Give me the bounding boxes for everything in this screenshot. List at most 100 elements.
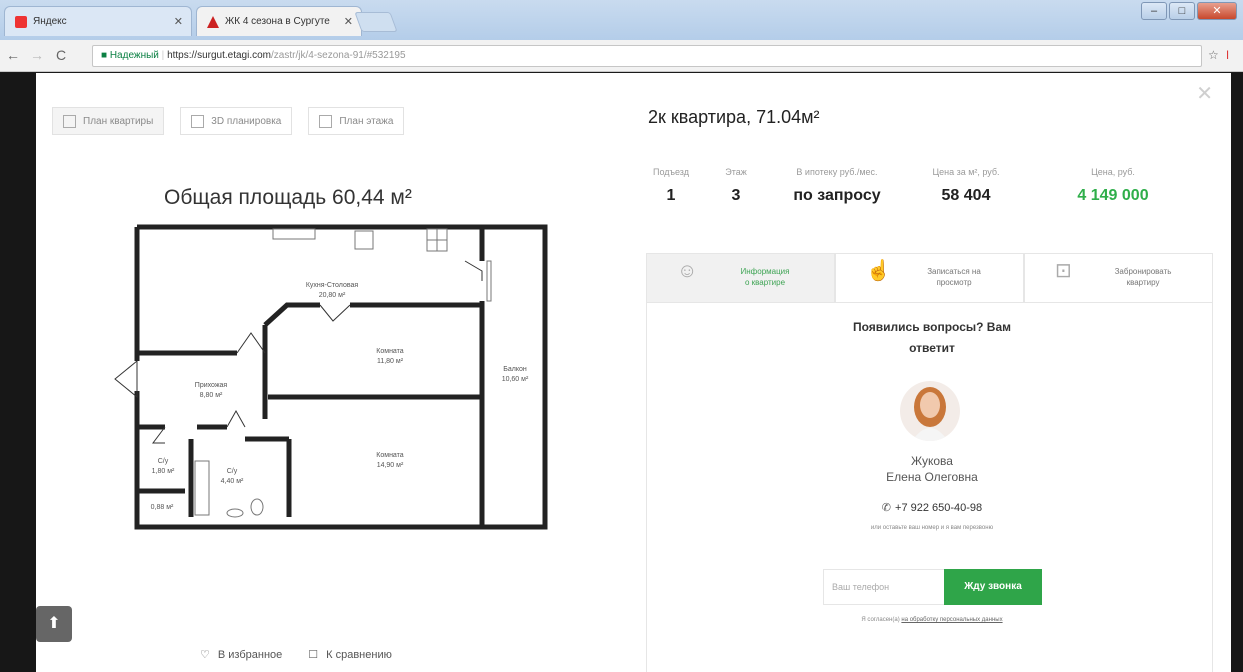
room-area: 11,80 м² — [376, 358, 404, 365]
plan-actions: ♡ В избранное ☐ К сравнению — [200, 648, 392, 661]
stat-entrance: Подъезд 1 — [646, 167, 696, 205]
price-value: 4 149 000 — [1077, 187, 1149, 204]
phone-icon: ✆ — [881, 502, 892, 514]
stat-value: 58 404 — [941, 187, 991, 204]
tab-text: Информация о квартире — [715, 266, 815, 288]
add-to-compare-button[interactable]: ☐ К сравнению — [308, 648, 392, 661]
stat-label: В ипотеку руб./мес. — [796, 167, 878, 177]
stat-price: Цена, руб. 4 149 000 — [1058, 167, 1168, 205]
floor-plan-drawing: Кухня-Столовая 20,80 м² Комната 11,80 м²… — [105, 221, 585, 541]
back-icon[interactable]: ← — [6, 47, 20, 63]
stat-label: Подъезд — [653, 167, 689, 177]
question-heading: Появились вопросы? Вам ответит — [852, 320, 1012, 355]
room-name: Прихожая — [194, 382, 228, 389]
tab-3d-plan[interactable]: 3D планировка — [180, 107, 293, 135]
phone-number: +7 922 650-40-98 — [895, 502, 983, 514]
tab-schedule-viewing[interactable]: ☝ Записаться на просмотр — [835, 253, 1024, 303]
lock-icon: ■ — [101, 50, 108, 61]
phone-input[interactable]: Ваш телефон — [823, 569, 945, 605]
browser-tab-yandex[interactable]: Яндекс ✕ — [4, 6, 192, 36]
compare-icon: ☐ — [308, 649, 319, 661]
yandex-favicon-icon — [15, 16, 27, 28]
cube-icon — [191, 115, 205, 128]
bookmark-star-icon[interactable]: ☆ — [1208, 48, 1219, 62]
plan-view-tabs: План квартиры 3D планировка План этажа — [52, 107, 405, 135]
stat-value: 3 — [731, 187, 741, 204]
tab-text: Забронировать квартиру — [1093, 266, 1193, 288]
room-label-closet: 0,88 м² — [139, 503, 185, 513]
room-label-bath1: С/у 1,80 м² — [139, 457, 187, 477]
extension-icon[interactable]: ǀ — [1226, 48, 1229, 62]
room-label-hallway: Прихожая 8,80 м² — [181, 381, 241, 401]
consent-text: Я согласен(а) на обработку персональных … — [817, 615, 1047, 625]
tab-book-apartment[interactable]: ⊡ Забронировать квартиру — [1024, 253, 1213, 303]
person-icon: ☺ — [677, 260, 698, 282]
room-area: 10,60 м² — [501, 376, 529, 383]
room-label-room1: Комната 11,80 м² — [355, 347, 425, 367]
stat-label: Цена, руб. — [1091, 167, 1135, 177]
lock-icon: ⊡ — [1055, 260, 1072, 282]
secure-label: Надежный — [109, 50, 159, 61]
new-tab-button[interactable] — [354, 12, 398, 32]
tab-label-line1: Записаться на — [927, 267, 981, 276]
stat-label: Цена за м², руб. — [932, 167, 1000, 177]
action-tabs: ☺ Информация о квартире ☝ Записаться на … — [646, 253, 1213, 303]
address-bar[interactable]: ■ Надежный | https://surgut.etagi.com/za… — [92, 45, 1202, 67]
tab-label-line2: просмотр — [936, 278, 972, 287]
request-call-button[interactable]: Жду звонка — [944, 569, 1042, 605]
callback-note: или оставьте ваш номер и я вам перезвоню — [870, 525, 994, 531]
minimize-icon[interactable]: – — [1141, 2, 1167, 20]
plan-icon — [63, 115, 76, 128]
tab-apartment-info[interactable]: ☺ Информация о квартире — [646, 253, 835, 303]
tab-label: План квартиры — [83, 116, 154, 127]
agent-first-name: Елена Олеговна — [886, 470, 978, 484]
consent-prefix: Я согласен(а) — [861, 617, 900, 623]
agent-phone[interactable]: ✆ +7 922 650-40-98 — [847, 501, 1017, 514]
room-area: 14,90 м² — [376, 462, 404, 469]
room-name: Комната — [376, 348, 404, 355]
forward-icon[interactable]: → — [30, 47, 44, 63]
tab-apartment-plan[interactable]: План квартиры — [52, 107, 165, 135]
consent-link[interactable]: на обработку персональных данных — [901, 617, 1002, 623]
stat-value: 1 — [666, 187, 676, 204]
hand-icon: ☝ — [866, 260, 891, 282]
close-tab-icon[interactable]: ✕ — [344, 15, 353, 28]
heart-icon: ♡ — [200, 649, 210, 661]
room-label-kitchen: Кухня-Столовая 20,80 м² — [287, 281, 377, 301]
room-label-room2: Комната 14,90 м² — [355, 451, 425, 471]
scroll-up-button[interactable]: ⬆ — [36, 606, 72, 642]
browser-tab-etagi[interactable]: ЖК 4 сезона в Сургуте ✕ — [196, 6, 362, 36]
close-tab-icon[interactable]: ✕ — [174, 15, 183, 28]
agent-avatar — [900, 381, 960, 441]
browser-titlebar: Яндекс ✕ ЖК 4 сезона в Сургуте ✕ – □ ✕ — [0, 0, 1243, 40]
stat-price-per-m2: Цена за м², руб. 58 404 — [916, 167, 1016, 205]
tab-label-line1: Информация — [740, 267, 790, 276]
close-modal-icon[interactable]: ✕ — [1196, 81, 1213, 106]
favorite-label: В избранное — [217, 649, 283, 661]
room-area: 8,80 м² — [199, 392, 223, 399]
tab-label-line2: квартиру — [1126, 278, 1160, 287]
apartment-modal: ✕ План квартиры 3D планировка План этажа… — [36, 73, 1231, 672]
reload-icon[interactable]: C — [56, 47, 66, 63]
browser-toolbar: ← → C ■ Надежный | https://surgut.etagi.… — [0, 40, 1243, 72]
room-label-balcony: Балкон 10,60 м² — [485, 365, 545, 385]
tab-label-line2: о квартире — [744, 278, 786, 287]
agent-name: Жукова Елена Олеговна — [847, 453, 1017, 485]
url-host: https://surgut.etagi.com — [167, 50, 272, 61]
stat-value: по запросу — [793, 187, 881, 204]
room-name: Комната — [376, 452, 404, 459]
window-controls: – □ ✕ — [1141, 2, 1237, 20]
maximize-icon[interactable]: □ — [1169, 2, 1195, 20]
room-label-bath2: С/у 4,40 м² — [207, 467, 257, 487]
tab-floor-plan[interactable]: План этажа — [308, 107, 405, 135]
tab-label: План этажа — [339, 116, 394, 127]
etagi-favicon-icon — [207, 16, 219, 28]
url-path: /zastr/jk/4-sezona-91/#532195 — [271, 50, 406, 61]
tab-label: ЖК 4 сезона в Сургуте — [225, 16, 330, 27]
stat-mortgage: В ипотеку руб./мес. по запросу — [782, 167, 892, 205]
room-area: 4,40 м² — [220, 478, 244, 485]
window-close-icon[interactable]: ✕ — [1197, 2, 1237, 20]
room-area: 20,80 м² — [318, 292, 346, 299]
room-name: Балкон — [503, 366, 527, 373]
add-to-favorites-button[interactable]: ♡ В избранное — [200, 648, 282, 661]
